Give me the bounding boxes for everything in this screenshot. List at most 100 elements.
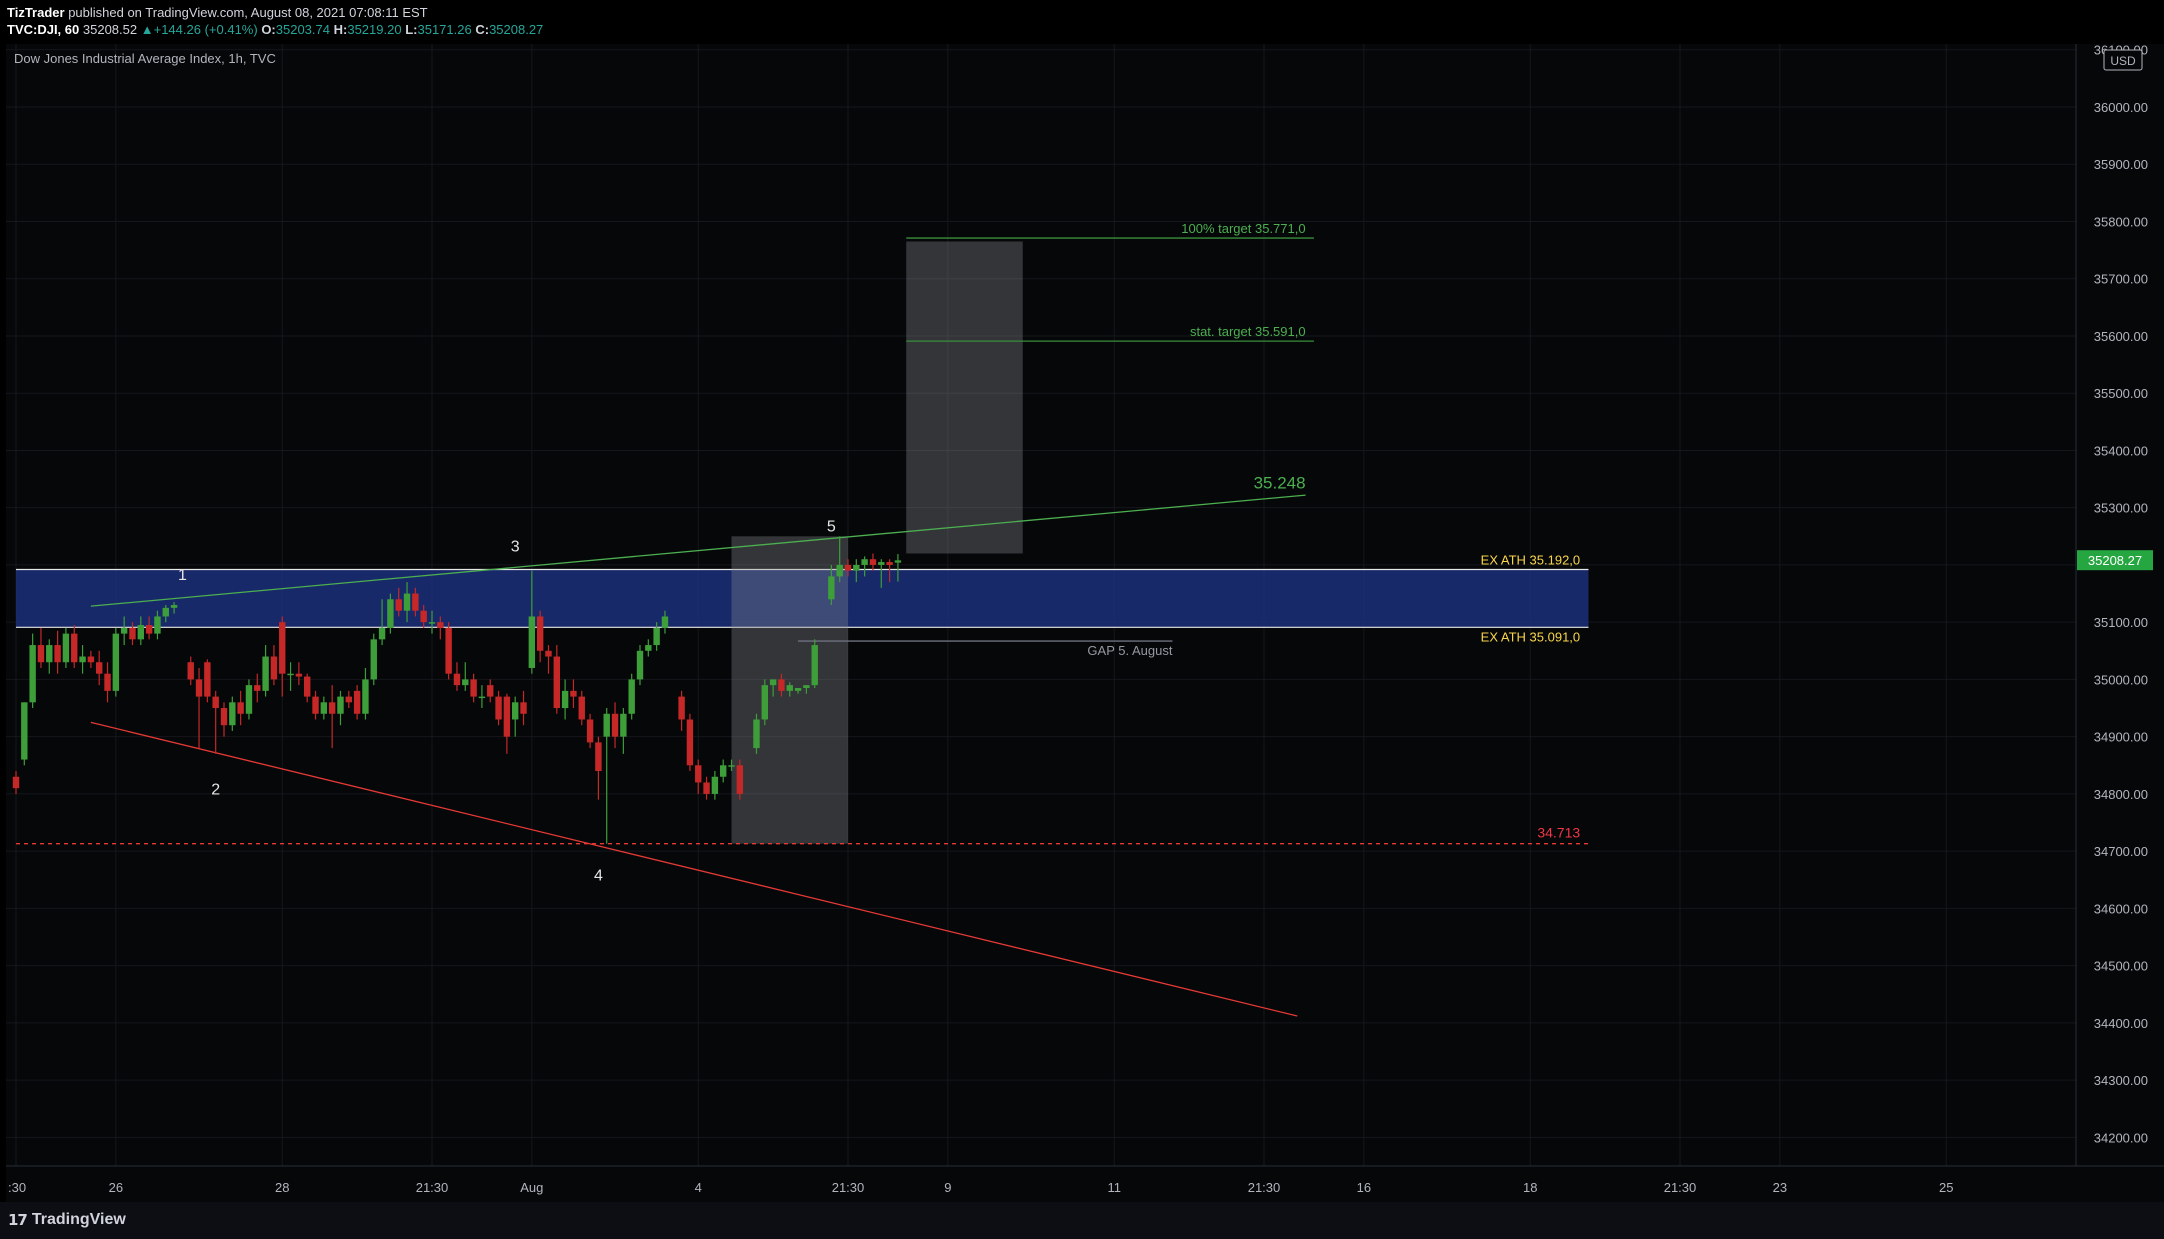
x-tick-label: 28 — [275, 1180, 289, 1195]
candle-body — [695, 765, 702, 783]
y-tick-label: 34300.00 — [2094, 1073, 2148, 1088]
candle-body — [844, 564, 852, 571]
candle-body — [778, 679, 785, 691]
author-name[interactable]: TizTrader — [7, 5, 65, 20]
x-tick-label: 11 — [1107, 1180, 1121, 1195]
x-tick-label: 4 — [695, 1180, 702, 1195]
candle-body — [786, 685, 793, 691]
candle-body — [270, 656, 278, 680]
candle-body — [545, 650, 552, 657]
price-chart[interactable]: Dow Jones Industrial Average Index, 1h, … — [6, 44, 2164, 1202]
x-tick-label: 25 — [1939, 1180, 1953, 1195]
candle-down — [736, 759, 744, 800]
candle-body — [803, 685, 810, 689]
y-tick-label: 34600.00 — [2094, 901, 2148, 916]
candle-body — [536, 616, 544, 651]
candle-up — [245, 679, 253, 720]
time-axis-bg — [6, 1166, 2164, 1202]
brand[interactable]: 𝟭𝟳 TradingView — [8, 1211, 126, 1229]
candle-body — [362, 679, 369, 714]
candle-body — [520, 702, 527, 714]
tradingview-logo-icon: 𝟭𝟳 — [8, 1211, 28, 1229]
last-price: 35208.52 — [82, 22, 138, 37]
candle-down — [445, 622, 452, 680]
candle-body — [528, 616, 536, 668]
annotation-label: 4 — [594, 868, 603, 885]
open-value: 35203.74 — [275, 22, 330, 37]
y-tick-label: 35800.00 — [2094, 214, 2148, 229]
candle-body — [703, 782, 710, 794]
candle-body — [645, 645, 652, 651]
candle-body — [154, 616, 161, 634]
candle-up — [811, 639, 818, 689]
annotation-label: EX ATH 35.192,0 — [1481, 553, 1581, 568]
high-label: H: — [333, 22, 348, 37]
currency-label: USD — [2110, 54, 2136, 68]
candle-body — [886, 562, 893, 565]
candle-body — [869, 559, 877, 565]
candle-body — [378, 627, 386, 640]
candle-up — [370, 633, 377, 686]
candle-body — [728, 765, 735, 767]
x-tick-label: 21:30 — [1664, 1180, 1697, 1195]
y-tick-label: 35400.00 — [2094, 443, 2148, 458]
candle-down — [686, 713, 694, 772]
annotation-label: 1 — [178, 567, 187, 584]
candle-body — [245, 685, 253, 714]
candle-body — [395, 599, 402, 611]
candle-body — [87, 656, 95, 663]
candle-body — [453, 673, 461, 686]
y-tick-label: 35300.00 — [2094, 501, 2148, 516]
candle-down — [204, 659, 211, 703]
candle-body — [370, 639, 377, 680]
candle-body — [137, 625, 144, 640]
candle-body — [894, 560, 902, 563]
y-tick-label: 34400.00 — [2094, 1016, 2148, 1031]
candle-body — [112, 633, 120, 691]
candle-body — [628, 679, 635, 714]
candle-body — [570, 690, 577, 697]
candle-body — [836, 564, 843, 577]
annotation-label: 5 — [827, 518, 836, 535]
candle-body — [470, 679, 477, 697]
candle-body — [104, 673, 111, 691]
candle-body — [753, 719, 760, 749]
candle-body — [37, 645, 45, 663]
candle-body — [853, 564, 860, 571]
candle-body — [428, 622, 436, 624]
candle-body — [387, 599, 394, 628]
candle-body — [503, 696, 511, 737]
y-tick-label: 34500.00 — [2094, 959, 2148, 974]
open-label: O: — [261, 22, 276, 37]
y-tick-label: 36000.00 — [2094, 100, 2148, 115]
candle-body — [636, 650, 644, 680]
candle-body — [79, 656, 86, 663]
last-price-label: 35208.27 — [2088, 553, 2142, 568]
candle-body — [320, 702, 328, 714]
candle-body — [129, 627, 136, 640]
candle-body — [811, 645, 818, 686]
x-tick-label: :30 — [8, 1180, 26, 1195]
candle-body — [412, 593, 419, 611]
candle-body — [437, 622, 444, 628]
candle-body — [861, 559, 868, 565]
candle-body — [96, 662, 103, 674]
candle-body — [337, 696, 344, 714]
price-change: +144.26 (+0.41%) — [153, 22, 258, 37]
candle-body — [220, 708, 228, 726]
chart-area[interactable]: Dow Jones Industrial Average Index, 1h, … — [6, 44, 2164, 1202]
publish-line: TizTrader published on TradingView.com, … — [7, 5, 428, 20]
x-tick-label: Aug — [520, 1180, 543, 1195]
y-tick-label: 35000.00 — [2094, 672, 2148, 687]
y-tick-label: 34200.00 — [2094, 1130, 2148, 1145]
symbol-interval[interactable]: TVC:DJI, 60 — [7, 22, 79, 37]
candle-body — [661, 616, 669, 628]
annotation-label: stat. target 35.591,0 — [1190, 324, 1306, 339]
candle-body — [145, 625, 153, 634]
candle-body — [611, 713, 619, 737]
candle-body — [54, 645, 61, 663]
candle-body — [262, 656, 269, 691]
candle-body — [312, 696, 319, 714]
candle-body — [403, 593, 411, 611]
candle-body — [620, 713, 627, 737]
